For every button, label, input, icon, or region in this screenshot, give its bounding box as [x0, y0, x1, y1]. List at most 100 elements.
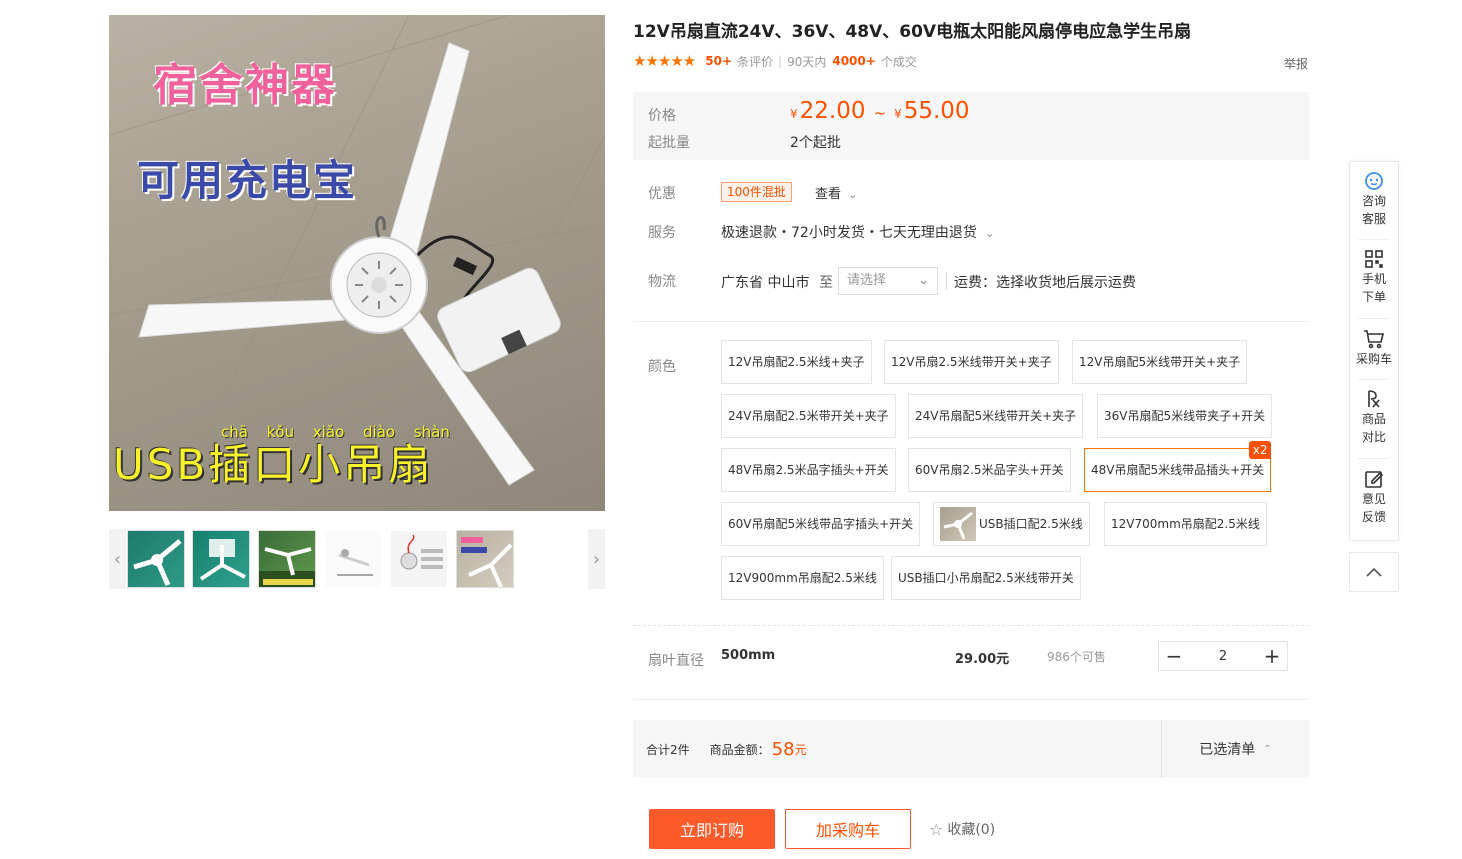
color-option-with-image[interactable]: USB插口配2.5米线	[933, 502, 1090, 546]
order-summary: 合计2件 商品金额： 58 元 已选清单 ⌃	[633, 720, 1309, 778]
star-icon: ☆	[929, 819, 944, 839]
option-thumbnail	[940, 507, 976, 541]
mobile-order-button[interactable]: 手机 下单	[1350, 248, 1398, 306]
quantity-input[interactable]: 2	[1189, 649, 1257, 664]
thumbnail-1[interactable]	[127, 530, 185, 588]
destination-select[interactable]: 请选择 ⌄	[838, 267, 938, 295]
cart-icon	[1362, 328, 1386, 350]
review-count[interactable]: 50+	[705, 54, 732, 68]
purchase-cart-button[interactable]: 采购车	[1350, 328, 1398, 368]
feedback-button[interactable]: 意见 反馈	[1350, 468, 1398, 526]
color-option[interactable]: 48V吊扇2.5米品字插头+开关	[721, 448, 896, 492]
chevron-left-icon: ‹	[113, 548, 122, 570]
tool-label: 采购车	[1355, 352, 1392, 366]
rating-stars-icon: ★★★★★	[633, 52, 696, 70]
color-option[interactable]: 60V吊扇2.5米品字头+开关	[908, 448, 1071, 492]
color-option-label: 48V吊扇配5米线带品插头+开关	[1091, 463, 1265, 477]
color-option[interactable]: 24V吊扇配5米线带开关+夹子	[908, 394, 1084, 438]
amount-value: 58	[771, 738, 795, 760]
chevron-up-icon	[1366, 567, 1382, 577]
quantity-stepper: − 2 +	[1158, 641, 1288, 671]
promo-view-link[interactable]: 查看 ⌄	[815, 183, 857, 202]
favorite-button[interactable]: ☆ 收藏(0)	[929, 819, 995, 839]
tool-label: 咨询	[1361, 194, 1386, 208]
color-option[interactable]: USB插口小吊扇配2.5米线带开关	[891, 556, 1081, 600]
logistics-to-label: 至	[819, 275, 833, 291]
section-divider	[633, 699, 1309, 700]
increase-button[interactable]: +	[1257, 642, 1287, 670]
decrease-button[interactable]: −	[1159, 642, 1189, 670]
product-main-image[interactable]: 宿舍神器 可用充电宝 chā kǒu xiǎo diào shàn USB插口小…	[109, 15, 605, 511]
thumbnail-2[interactable]	[192, 530, 250, 588]
thumb-next-button[interactable]: ›	[588, 529, 605, 589]
thumbnail-3[interactable]	[258, 530, 316, 588]
deal-label: 个成交	[880, 54, 917, 69]
sku-price: 29.00元	[955, 652, 1010, 667]
period-label: 90天内	[787, 54, 827, 69]
service-text[interactable]: 极速退款・72小时发货・七天无理由退货 ⌄	[721, 222, 995, 242]
thumbnail-6[interactable]	[456, 530, 514, 588]
overlay-usb-text: USB插口小吊扇	[113, 440, 434, 489]
min-batch-label: 起批量	[648, 135, 690, 151]
color-option[interactable]: 24V吊扇配2.5米带开关+夹子	[721, 394, 896, 438]
section-divider	[633, 321, 1309, 322]
tool-label: 意见	[1361, 492, 1386, 506]
selected-list-toggle[interactable]: 已选清单 ⌃	[1161, 720, 1309, 778]
selected-list-label: 已选清单	[1199, 742, 1256, 758]
currency-symbol: ¥	[790, 107, 798, 121]
color-option[interactable]: 12V900mm吊扇配2.5米线	[721, 556, 884, 600]
edit-icon	[1362, 468, 1386, 490]
back-to-top-button[interactable]	[1349, 552, 1399, 592]
chevron-right-icon: ›	[592, 548, 601, 570]
color-option[interactable]: 12V吊扇2.5米线带开关+夹子	[884, 340, 1059, 384]
thumbnail-4[interactable]	[324, 530, 382, 588]
rating-row: ★★★★★ 50+ 条评价 | 90天内 4000+ 个成交	[633, 52, 917, 70]
chevron-down-icon: ⌄	[918, 273, 929, 288]
price-high: 55.00	[903, 98, 970, 124]
destination-placeholder: 请选择	[847, 273, 887, 288]
product-title: 12V吊扇直流24V、36V、48V、60V电瓶太阳能风扇停电应急学生吊扇	[633, 22, 1192, 42]
thumbnail-5[interactable]	[390, 530, 448, 588]
amount-label: 商品金额：	[709, 742, 770, 757]
chevron-down-icon: ⌄	[848, 188, 858, 201]
promo-tag: 100件混批	[721, 182, 792, 202]
color-option[interactable]: 12V700mm吊扇配2.5米线	[1104, 502, 1267, 546]
sku-name: 500mm	[721, 648, 776, 663]
currency-symbol: ¥	[894, 107, 902, 121]
fan-thumb-icon	[400, 534, 443, 570]
divider	[1358, 239, 1390, 240]
add-to-cart-button[interactable]: 加采购车	[785, 809, 911, 849]
section-divider	[633, 625, 1309, 626]
overlay-powerbank-text: 可用充电宝	[137, 156, 358, 205]
selected-quantity-badge: x2	[1249, 441, 1272, 459]
fan-thumb-icon	[337, 549, 373, 576]
deal-count: 4000+	[832, 54, 876, 68]
color-option[interactable]: 12V吊扇配5米线带开关+夹子	[1072, 340, 1248, 384]
tool-label: 反馈	[1361, 510, 1386, 524]
blade-diameter-label: 扇叶直径	[648, 653, 704, 669]
tool-label: 下单	[1361, 290, 1386, 304]
tool-label: 对比	[1361, 430, 1386, 444]
thumb-prev-button[interactable]: ‹	[109, 529, 126, 589]
report-link[interactable]: 举报	[1284, 55, 1308, 72]
buy-now-button[interactable]: 立即订购	[649, 809, 775, 849]
compare-button[interactable]: 商品 对比	[1350, 388, 1398, 446]
price-low: 22.00	[799, 98, 866, 124]
min-batch-value: 2个起批	[790, 135, 841, 151]
fan-thumb-icon	[943, 511, 973, 540]
tool-label: 客服	[1361, 212, 1386, 226]
promo-label: 优惠	[648, 186, 676, 202]
color-option[interactable]: 12V吊扇配2.5米线+夹子	[721, 340, 872, 384]
chevron-down-icon: ⌄	[985, 227, 995, 240]
chat-bubble-icon	[1362, 170, 1386, 192]
color-option-selected[interactable]: 48V吊扇配5米线带品插头+开关 x2	[1084, 441, 1272, 492]
color-option[interactable]: 60V吊扇配5米线带品字插头+开关	[721, 502, 921, 546]
promo-view-label: 查看	[815, 187, 842, 202]
price-panel: 价格 ¥ 22.00 ~ ¥ 55.00 起批量 2个起批	[633, 92, 1309, 160]
divider	[1358, 318, 1390, 319]
logistics-from: 广东省 中山市	[721, 275, 810, 291]
color-option[interactable]: 36V吊扇配5米线带夹子+开关	[1097, 394, 1273, 438]
price-separator: ~	[873, 104, 887, 122]
review-label[interactable]: 条评价	[737, 53, 773, 70]
consult-service-button[interactable]: 咨询 客服	[1350, 170, 1398, 228]
